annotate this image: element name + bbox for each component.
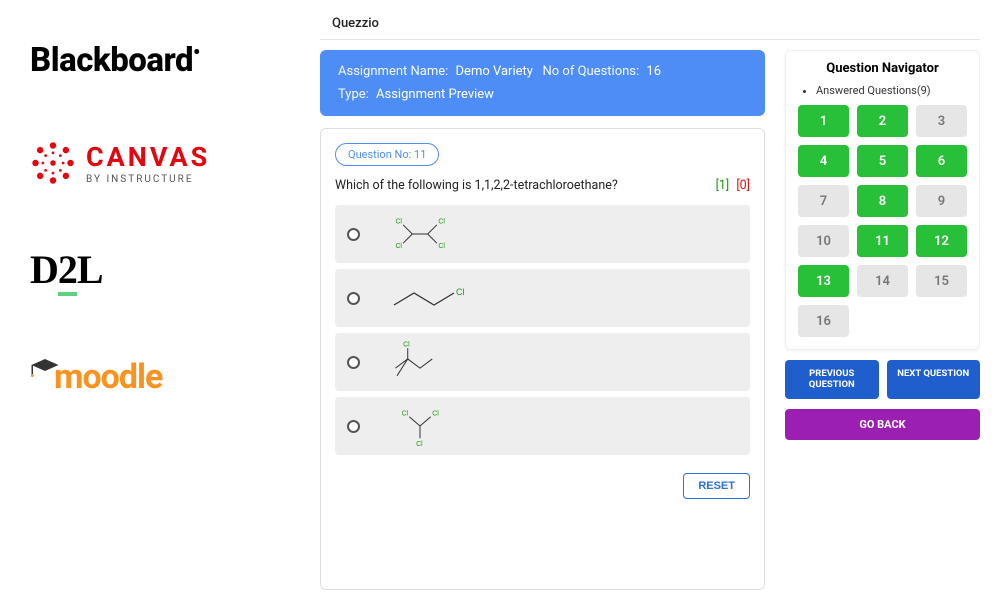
question-cell-7[interactable]: 7	[798, 185, 849, 217]
answer-option-a[interactable]: Cl Cl Cl Cl	[335, 205, 750, 263]
question-count-field: No of Questions: 16	[543, 64, 748, 79]
app-title: Quezzio	[320, 10, 980, 37]
question-cell-5[interactable]: 5	[857, 145, 908, 177]
navigator-title: Question Navigator	[798, 61, 967, 76]
next-question-button[interactable]: NEXT QUESTION	[887, 360, 981, 399]
lms-logos-column: Blackboard• CANVAS BY INSTRUCTURE D2L	[0, 0, 310, 600]
navigator-legend: Answered Questions(9)	[806, 84, 967, 97]
question-card: Question No: 11 Which of the following i…	[320, 128, 765, 590]
question-cell-1[interactable]: 1	[798, 105, 849, 137]
assignment-name-field: Assignment Name: Demo Variety	[338, 64, 543, 79]
svg-text:Cl: Cl	[416, 441, 423, 448]
question-prompt: Which of the following is 1,1,2,2-tetrac…	[335, 178, 618, 193]
question-score: [1] [0]	[716, 178, 750, 193]
answer-option-b[interactable]: Cl	[335, 269, 750, 327]
question-cell-8[interactable]: 8	[857, 185, 908, 217]
canvas-subtitle: BY INSTRUCTURE	[86, 174, 210, 185]
reset-button[interactable]: RESET	[683, 473, 750, 499]
svg-text:Cl: Cl	[395, 218, 402, 225]
previous-question-button[interactable]: PREVIOUS QUESTION	[785, 360, 879, 399]
molecule-c-icon: Cl	[374, 339, 466, 385]
question-cell-16[interactable]: 16	[798, 305, 849, 337]
question-cell-10[interactable]: 10	[798, 225, 849, 257]
svg-text:Cl: Cl	[456, 287, 465, 297]
question-cell-11[interactable]: 11	[857, 225, 908, 257]
question-number-badge: Question No: 11	[335, 143, 439, 166]
svg-text:Cl: Cl	[438, 243, 445, 250]
question-cell-2[interactable]: 2	[857, 105, 908, 137]
canvas-name: CANVAS	[86, 141, 210, 173]
molecule-d-icon: Cl Cl Cl	[374, 403, 466, 449]
svg-text:Cl: Cl	[438, 218, 445, 225]
radio-icon	[347, 292, 360, 305]
logo-blackboard: Blackboard•	[30, 40, 290, 80]
svg-text:Cl: Cl	[432, 410, 439, 417]
svg-text:Cl: Cl	[403, 342, 410, 349]
radio-icon	[347, 228, 360, 241]
answer-option-d[interactable]: Cl Cl Cl	[335, 397, 750, 455]
quezzio-app: Quezzio Assignment Name: Demo Variety No…	[310, 0, 1000, 600]
svg-text:Cl: Cl	[402, 410, 409, 417]
answer-options: Cl Cl Cl Cl Cl	[335, 205, 750, 455]
question-grid: 12345678910111213141516	[798, 105, 967, 337]
navigator-column: Question Navigator Answered Questions(9)…	[785, 50, 980, 590]
question-cell-15[interactable]: 15	[916, 265, 967, 297]
molecule-a-icon: Cl Cl Cl Cl	[374, 211, 466, 257]
question-cell-14[interactable]: 14	[857, 265, 908, 297]
question-cell-9[interactable]: 9	[916, 185, 967, 217]
logo-moodle: moodle	[30, 353, 290, 397]
logo-d2l: D2L	[30, 246, 290, 293]
molecule-b-icon: Cl	[374, 275, 494, 321]
assignment-type-field: Type: Assignment Preview	[338, 87, 543, 102]
divider	[320, 39, 980, 40]
question-cell-4[interactable]: 4	[798, 145, 849, 177]
go-back-button[interactable]: GO BACK	[785, 409, 980, 440]
svg-text:Cl: Cl	[395, 243, 402, 250]
question-navigator: Question Navigator Answered Questions(9)…	[785, 50, 980, 350]
radio-icon	[347, 420, 360, 433]
question-cell-13[interactable]: 13	[798, 265, 849, 297]
assignment-info-bar: Assignment Name: Demo Variety No of Ques…	[320, 50, 765, 116]
canvas-icon	[30, 140, 76, 186]
logo-canvas: CANVAS BY INSTRUCTURE	[30, 140, 290, 186]
main-area: Assignment Name: Demo Variety No of Ques…	[320, 50, 765, 590]
question-prompt-row: Which of the following is 1,1,2,2-tetrac…	[335, 178, 750, 193]
question-cell-12[interactable]: 12	[916, 225, 967, 257]
radio-icon	[347, 356, 360, 369]
answer-option-c[interactable]: Cl	[335, 333, 750, 391]
question-cell-3[interactable]: 3	[916, 105, 967, 137]
question-cell-6[interactable]: 6	[916, 145, 967, 177]
